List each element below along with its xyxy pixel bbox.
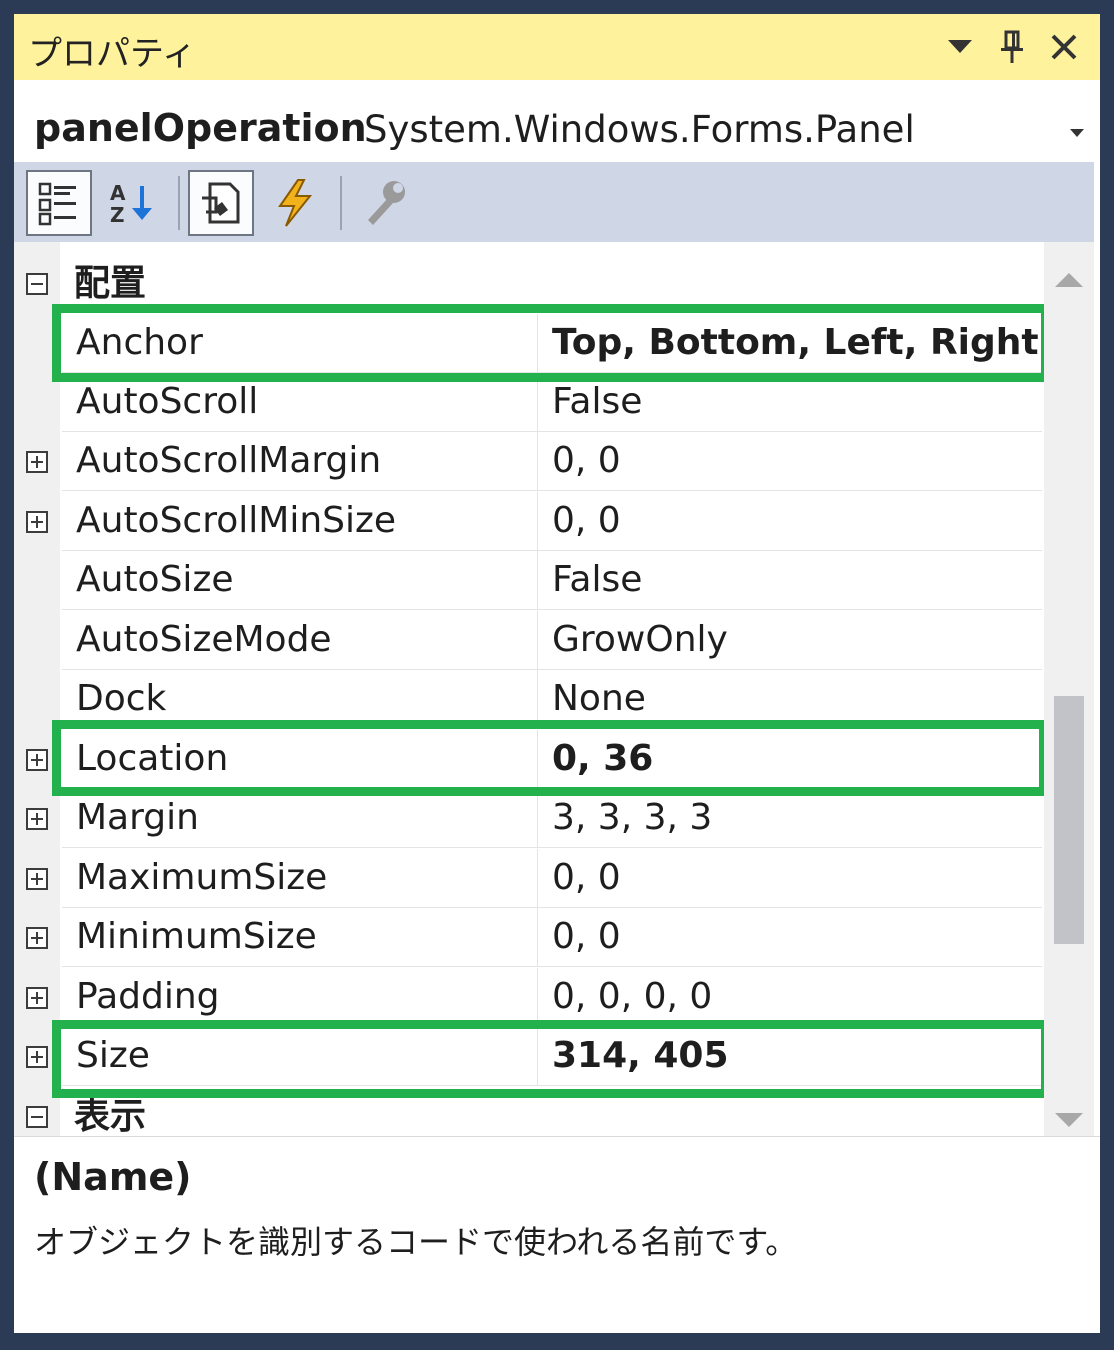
properties-window: プロパティ panelOperation System.Windows.Form… bbox=[14, 14, 1100, 1333]
property-value[interactable]: 0, 0 bbox=[538, 908, 1042, 967]
property-row-location[interactable]: Location 0, 36 bbox=[14, 730, 1042, 790]
property-name: AutoScrollMargin bbox=[62, 432, 538, 491]
property-name: MinimumSize bbox=[62, 908, 538, 967]
object-type: System.Windows.Forms.Panel bbox=[364, 108, 915, 151]
properties-toolbar: A Z bbox=[14, 162, 1094, 242]
property-value[interactable]: False bbox=[538, 373, 1042, 432]
property-row-maximumsize[interactable]: MaximumSize 0, 0 bbox=[14, 849, 1042, 909]
property-value[interactable]: 0, 0 bbox=[538, 849, 1042, 908]
property-value[interactable]: None bbox=[538, 670, 1042, 729]
property-name: Dock bbox=[62, 670, 538, 729]
object-name: panelOperation bbox=[34, 106, 367, 150]
object-selector[interactable]: panelOperation System.Windows.Forms.Pane… bbox=[14, 80, 1100, 172]
property-name: AutoSizeMode bbox=[62, 611, 538, 670]
property-name: Margin bbox=[62, 789, 538, 848]
property-row-anchor[interactable]: Anchor Top, Bottom, Left, Right bbox=[14, 314, 1042, 374]
svg-text:Z: Z bbox=[110, 203, 125, 226]
scroll-up-icon[interactable] bbox=[1044, 254, 1094, 304]
expand-icon[interactable] bbox=[26, 868, 48, 890]
scrollbar-thumb[interactable] bbox=[1054, 696, 1084, 944]
close-icon[interactable] bbox=[1042, 24, 1086, 70]
property-row-autoscrollminsize[interactable]: AutoScrollMinSize 0, 0 bbox=[14, 492, 1042, 552]
property-row-autoscrollmargin[interactable]: AutoScrollMargin 0, 0 bbox=[14, 432, 1042, 492]
property-name: Padding bbox=[62, 968, 538, 1027]
property-value[interactable]: 314, 405 bbox=[538, 1027, 1042, 1086]
property-pages-icon[interactable] bbox=[352, 170, 418, 236]
toolbar-separator bbox=[340, 176, 342, 230]
events-icon[interactable] bbox=[262, 170, 328, 236]
property-value[interactable]: 0, 0, 0, 0 bbox=[538, 968, 1042, 1027]
expand-icon[interactable] bbox=[26, 451, 48, 473]
property-value[interactable]: 0, 0 bbox=[538, 432, 1042, 491]
property-value[interactable]: 3, 3, 3, 3 bbox=[538, 789, 1042, 848]
property-name: Location bbox=[62, 730, 538, 789]
expand-icon[interactable] bbox=[26, 1046, 48, 1068]
window-menu-dropdown-icon[interactable] bbox=[938, 24, 982, 70]
svg-text:A: A bbox=[110, 181, 126, 205]
collapse-icon[interactable] bbox=[26, 1106, 48, 1128]
property-name: AutoScrollMinSize bbox=[62, 492, 538, 551]
toolbar-separator bbox=[178, 176, 180, 230]
property-name: AutoScroll bbox=[62, 373, 538, 432]
category-layout[interactable]: 配置 bbox=[14, 254, 1042, 314]
expand-icon[interactable] bbox=[26, 987, 48, 1009]
property-name: Size bbox=[62, 1027, 538, 1086]
property-value[interactable]: GrowOnly bbox=[538, 611, 1042, 670]
collapse-icon[interactable] bbox=[26, 273, 48, 295]
description-title: (Name) bbox=[34, 1155, 192, 1199]
property-name: MaximumSize bbox=[62, 849, 538, 908]
description-text: オブジェクトを識別するコードで使われる名前です。 bbox=[34, 1223, 798, 1261]
pin-icon[interactable] bbox=[990, 24, 1034, 70]
property-value[interactable]: Top, Bottom, Left, Right bbox=[538, 314, 1042, 373]
vertical-scrollbar[interactable] bbox=[1044, 242, 1094, 1136]
property-row-size[interactable]: Size 314, 405 bbox=[14, 1027, 1042, 1087]
expand-icon[interactable] bbox=[26, 927, 48, 949]
property-row-dock[interactable]: Dock None bbox=[14, 670, 1042, 730]
expand-icon[interactable] bbox=[26, 749, 48, 771]
property-row-autosize[interactable]: AutoSize False bbox=[14, 551, 1042, 611]
alphabetical-icon[interactable]: A Z bbox=[100, 170, 166, 236]
expand-icon[interactable] bbox=[26, 808, 48, 830]
property-row-minimumsize[interactable]: MinimumSize 0, 0 bbox=[14, 908, 1042, 968]
description-pane: (Name) オブジェクトを識別するコードで使われる名前です。 bbox=[14, 1136, 1100, 1333]
chevron-down-icon[interactable] bbox=[1064, 120, 1090, 146]
properties-icon[interactable] bbox=[188, 170, 254, 236]
property-value[interactable]: 0, 0 bbox=[538, 492, 1042, 551]
category-appearance[interactable]: 表示 bbox=[14, 1087, 1042, 1136]
category-label: 配置 bbox=[74, 263, 147, 304]
categorized-icon[interactable] bbox=[26, 170, 92, 236]
property-value[interactable]: 0, 36 bbox=[538, 730, 1042, 789]
property-row-padding[interactable]: Padding 0, 0, 0, 0 bbox=[14, 968, 1042, 1028]
property-name: Anchor bbox=[62, 314, 538, 373]
property-grid: 配置 Anchor Top, Bottom, Left, Right AutoS… bbox=[14, 242, 1100, 1136]
property-row-autosizemode[interactable]: AutoSizeMode GrowOnly bbox=[14, 611, 1042, 671]
window-title: プロパティ bbox=[28, 34, 196, 74]
category-label: 表示 bbox=[74, 1096, 147, 1136]
property-name: AutoSize bbox=[62, 551, 538, 610]
expand-icon[interactable] bbox=[26, 511, 48, 533]
property-value[interactable]: False bbox=[538, 551, 1042, 610]
scroll-down-icon[interactable] bbox=[1044, 1096, 1094, 1136]
property-row-margin[interactable]: Margin 3, 3, 3, 3 bbox=[14, 789, 1042, 849]
property-row-autoscroll[interactable]: AutoScroll False bbox=[14, 373, 1042, 433]
title-bar[interactable]: プロパティ bbox=[14, 14, 1100, 80]
